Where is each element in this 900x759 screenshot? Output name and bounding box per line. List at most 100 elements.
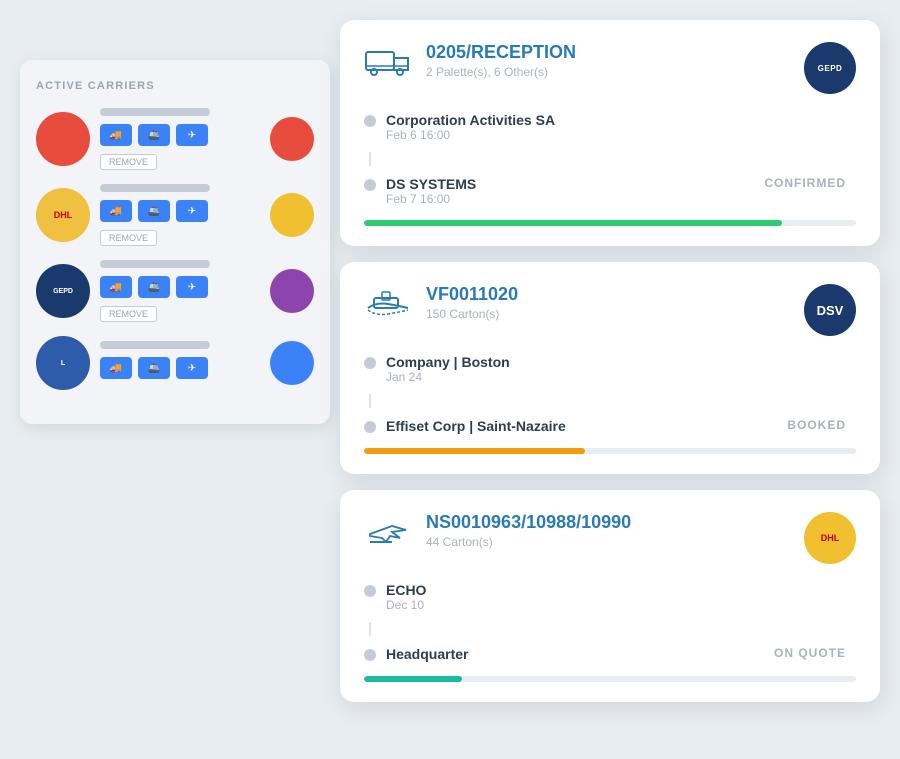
route-stop-1a: Corporation Activities SA Feb 6 16:00 [364, 112, 856, 142]
stop-date-2a: Jan 24 [386, 370, 510, 384]
sidebar-right-logo-1 [270, 117, 314, 161]
carrier-icon-truck: 🚚 [100, 200, 132, 222]
progress-bar-bg-1 [364, 220, 856, 226]
card-title-block-2: VF0011020 150 Carton(s) [426, 284, 518, 321]
carrier-icons: 🚚 🚢 ✈ [100, 124, 260, 146]
stop-name-1b: DS SYSTEMS [386, 176, 476, 192]
card-route-3: ECHO Dec 10 Headquarter ON QUOTE [364, 582, 856, 662]
status-label-3: ON QUOTE [774, 646, 846, 660]
card-title-3: NS0010963/10988/10990 [426, 512, 631, 533]
progress-bar-container-2 [364, 448, 856, 454]
carrier-row: L 🚚 🚢 ✈ [36, 336, 314, 390]
route-dot [364, 179, 376, 191]
plane-icon [364, 514, 412, 550]
carrier-icon-plane: ✈ [176, 276, 208, 298]
panel-title: ACTIVE CARRIERS [36, 80, 314, 92]
card-header-left-1: 0205/RECEPTION 2 Palette(s), 6 Other(s) [364, 42, 576, 80]
status-label-1: CONFIRMED [764, 176, 846, 190]
carrier-icon-ship: 🚢 [138, 200, 170, 222]
stop-date-1a: Feb 6 16:00 [386, 128, 555, 142]
card-route-2: Company | Boston Jan 24 Effiset Corp | S… [364, 354, 856, 434]
stop-date-1b: Feb 7 16:00 [386, 192, 476, 206]
remove-button[interactable]: REMOVE [100, 230, 157, 246]
card-subtitle-2: 150 Carton(s) [426, 307, 518, 321]
progress-bar-fill-1 [364, 220, 782, 226]
sidebar-right-logo-2 [270, 193, 314, 237]
card-header-3: NS0010963/10988/10990 44 Carton(s) DHL [364, 512, 856, 564]
card-route-1: Corporation Activities SA Feb 6 16:00 DS… [364, 112, 856, 206]
progress-bar-fill-2 [364, 448, 585, 454]
carrier-icon-truck: 🚚 [100, 276, 132, 298]
truck-icon [364, 44, 412, 80]
carrier-name-bar [100, 341, 210, 349]
route-stop-1b: DS SYSTEMS Feb 7 16:00 CONFIRMED [364, 176, 856, 206]
card-title-1: 0205/RECEPTION [426, 42, 576, 63]
card-title-2: VF0011020 [426, 284, 518, 305]
route-stop-3b: Headquarter ON QUOTE [364, 646, 856, 662]
carrier-icon-plane: ✈ [176, 357, 208, 379]
carrier-logo-3: DHL [804, 512, 856, 564]
carrier-info: 🚚 🚢 ✈ REMOVE [100, 184, 260, 246]
card-header-2: VF0011020 150 Carton(s) DSV [364, 284, 856, 336]
card-title-block-3: NS0010963/10988/10990 44 Carton(s) [426, 512, 631, 549]
carrier-icons: 🚚 🚢 ✈ [100, 357, 260, 379]
route-dot [364, 649, 376, 661]
progress-bar-fill-3 [364, 676, 462, 682]
carrier-avatar-dhl: DHL [36, 188, 90, 242]
sidebar-right-logo-4 [270, 341, 314, 385]
carrier-icon-plane: ✈ [176, 200, 208, 222]
carrier-info: 🚚 🚢 ✈ [100, 341, 260, 385]
remove-button[interactable]: REMOVE [100, 154, 157, 170]
carrier-info: 🚚 🚢 ✈ REMOVE [100, 108, 260, 170]
progress-bar-container-3 [364, 676, 856, 682]
card-title-block-1: 0205/RECEPTION 2 Palette(s), 6 Other(s) [426, 42, 576, 79]
carrier-icon-ship: 🚢 [138, 124, 170, 146]
carrier-avatar-red [36, 112, 90, 166]
carrier-info: 🚚 🚢 ✈ REMOVE [100, 260, 260, 322]
stop-name-3a: ECHO [386, 582, 426, 598]
carrier-icon-ship: 🚢 [138, 357, 170, 379]
stop-name-3b: Headquarter [386, 646, 468, 662]
carrier-avatar-gepd: GEPD [36, 264, 90, 318]
carrier-row: GEPD 🚚 🚢 ✈ REMOVE [36, 260, 314, 322]
progress-bar-bg-3 [364, 676, 856, 682]
carrier-icon-ship: 🚢 [138, 276, 170, 298]
card-header-1: 0205/RECEPTION 2 Palette(s), 6 Other(s) … [364, 42, 856, 94]
shipment-card-2: VF0011020 150 Carton(s) DSV Company | Bo… [340, 262, 880, 474]
route-divider [369, 152, 371, 166]
shipment-card-3: NS0010963/10988/10990 44 Carton(s) DHL E… [340, 490, 880, 702]
card-subtitle-1: 2 Palette(s), 6 Other(s) [426, 65, 576, 79]
route-stop-2a: Company | Boston Jan 24 [364, 354, 856, 384]
route-divider [369, 394, 371, 408]
route-stop-3a: ECHO Dec 10 [364, 582, 856, 612]
carrier-row: DHL 🚚 🚢 ✈ REMOVE [36, 184, 314, 246]
carrier-name-bar [100, 260, 210, 268]
card-header-left-2: VF0011020 150 Carton(s) [364, 284, 518, 322]
shipment-cards-panel: 0205/RECEPTION 2 Palette(s), 6 Other(s) … [340, 20, 880, 702]
carrier-logo-1: GEPD [804, 42, 856, 94]
carrier-icons: 🚚 🚢 ✈ [100, 200, 260, 222]
route-divider [369, 622, 371, 636]
stop-name-1a: Corporation Activities SA [386, 112, 555, 128]
carrier-avatar-blue: L [36, 336, 90, 390]
stop-date-3a: Dec 10 [386, 598, 426, 612]
carrier-name-bar [100, 108, 210, 116]
carrier-icon-truck: 🚚 [100, 124, 132, 146]
card-header-left-3: NS0010963/10988/10990 44 Carton(s) [364, 512, 631, 550]
remove-button[interactable]: REMOVE [100, 306, 157, 322]
card-subtitle-3: 44 Carton(s) [426, 535, 631, 549]
carrier-icon-plane: ✈ [176, 124, 208, 146]
ship-icon [364, 286, 412, 322]
route-stop-2b: Effiset Corp | Saint-Nazaire BOOKED [364, 418, 856, 434]
carrier-icon-truck: 🚚 [100, 357, 132, 379]
carrier-row: 🚚 🚢 ✈ REMOVE [36, 108, 314, 170]
stop-name-2a: Company | Boston [386, 354, 510, 370]
status-label-2: BOOKED [787, 418, 846, 432]
route-dot [364, 585, 376, 597]
route-dot [364, 115, 376, 127]
progress-bar-container-1 [364, 220, 856, 226]
sidebar-right-logo-3 [270, 269, 314, 313]
carrier-logo-2: DSV [804, 284, 856, 336]
progress-bar-bg-2 [364, 448, 856, 454]
shipment-card-1: 0205/RECEPTION 2 Palette(s), 6 Other(s) … [340, 20, 880, 246]
